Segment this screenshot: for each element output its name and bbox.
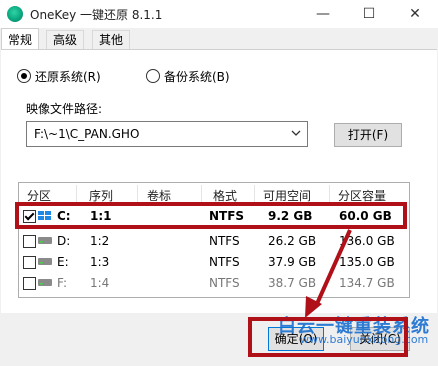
restore-radio-option[interactable]: 还原系统(R) xyxy=(17,67,101,85)
highlight-box-ok-button xyxy=(248,317,408,357)
cell-free-space: 26.2 GB xyxy=(268,234,317,248)
image-path-value: F:\~1\C_PAN.GHO xyxy=(34,127,140,141)
drive-icon xyxy=(38,258,52,265)
image-path-label: 映像文件路径: xyxy=(26,102,103,116)
checkbox-unchecked-icon[interactable] xyxy=(23,277,36,290)
cell-sequence: 1:3 xyxy=(90,255,110,269)
drive-icon xyxy=(38,237,52,244)
cell-format: NTFS xyxy=(209,234,240,248)
column-divider xyxy=(254,185,255,203)
chevron-down-icon[interactable] xyxy=(291,128,301,138)
tab-bar: 常规 高级 其他 xyxy=(0,28,438,51)
cell-capacity: 135.0 GB xyxy=(339,255,395,269)
column-divider xyxy=(137,185,138,203)
title-bar: OneKey 一键还原 8.1.1 — ☐ ✕ xyxy=(0,0,438,28)
cell-free-space: 37.9 GB xyxy=(268,255,317,269)
column-divider xyxy=(201,185,202,203)
cell-free-space: 38.7 GB xyxy=(268,276,317,290)
table-row[interactable]: D: 1:2 NTFS 26.2 GB 136.0 GB xyxy=(19,231,409,252)
maximize-button[interactable]: ☐ xyxy=(346,0,392,28)
cell-drive: F: xyxy=(57,276,68,290)
table-row[interactable]: E: 1:3 NTFS 37.9 GB 135.0 GB xyxy=(19,252,409,273)
image-path-combobox[interactable]: F:\~1\C_PAN.GHO xyxy=(26,121,308,147)
radio-checked-icon[interactable] xyxy=(17,69,31,83)
checkbox-unchecked-icon[interactable] xyxy=(23,256,36,269)
minimize-button[interactable]: — xyxy=(300,0,346,28)
cell-format: NTFS xyxy=(209,255,240,269)
cell-format: NTFS xyxy=(209,276,240,290)
column-divider xyxy=(76,185,77,203)
cell-capacity: 136.0 GB xyxy=(339,234,395,248)
partition-table: 分区 序列 卷标 格式 可用空间 分区容量 C: 1:1 NTFS 9.2 GB… xyxy=(18,182,410,298)
tab-general[interactable]: 常规 xyxy=(1,28,40,51)
cell-drive: D: xyxy=(57,234,71,248)
close-window-button[interactable]: ✕ xyxy=(392,0,438,28)
table-row[interactable]: F: 1:4 NTFS 38.7 GB 134.7 GB xyxy=(19,273,409,294)
cell-sequence: 1:4 xyxy=(90,276,110,290)
restore-radio-label: 还原系统(R) xyxy=(35,69,101,84)
checkbox-unchecked-icon[interactable] xyxy=(23,235,36,248)
tab-other[interactable]: 其他 xyxy=(92,30,131,50)
column-divider xyxy=(329,185,330,203)
window-title: OneKey 一键还原 8.1.1 xyxy=(30,8,163,22)
drive-icon xyxy=(38,279,52,286)
backup-radio-option[interactable]: 备份系统(B) xyxy=(146,67,230,85)
open-file-button[interactable]: 打开(F) xyxy=(334,123,402,147)
app-logo-icon xyxy=(7,6,23,22)
backup-radio-label: 备份系统(B) xyxy=(164,69,230,84)
tab-advanced[interactable]: 高级 xyxy=(46,30,85,50)
radio-unchecked-icon[interactable] xyxy=(146,69,160,83)
cell-capacity: 134.7 GB xyxy=(339,276,395,290)
highlight-box-row xyxy=(15,202,407,229)
cell-drive: E: xyxy=(57,255,69,269)
cell-sequence: 1:2 xyxy=(90,234,110,248)
